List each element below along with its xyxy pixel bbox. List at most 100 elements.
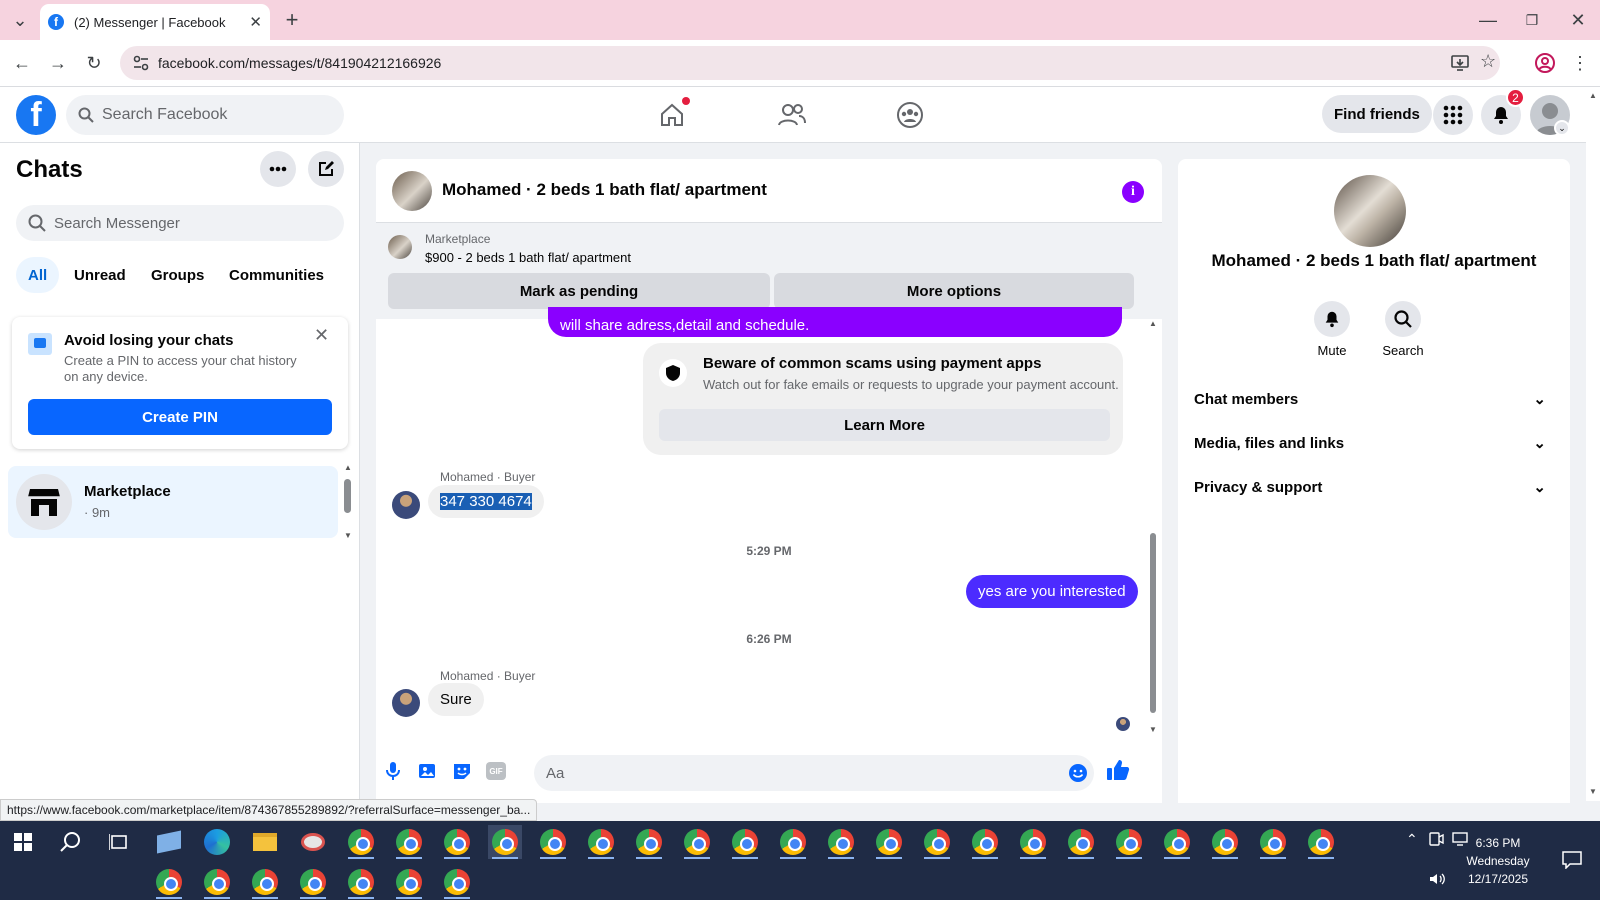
find-friends-button[interactable]: Find friends [1322,95,1432,133]
menu-grid-icon[interactable] [1433,95,1473,135]
chrome-icon[interactable] [440,865,474,899]
bell-icon[interactable] [1314,301,1350,337]
browser-menu-icon[interactable]: ⋮ [1564,47,1596,79]
listing-title[interactable]: $900 - 2 beds 1 bath flat/ apartment [425,250,631,265]
search-action[interactable]: Search [1378,301,1428,358]
chrome-icon[interactable] [1208,825,1242,859]
taskbar-search-icon[interactable] [54,825,88,859]
scroll-thumb[interactable] [1150,533,1156,713]
buyer-avatar[interactable] [392,491,420,519]
learn-more-button[interactable]: Learn More [659,409,1110,441]
search-icon[interactable] [1385,301,1421,337]
chrome-icon[interactable] [1112,825,1146,859]
account-chevron-icon[interactable]: ⌄ [1554,120,1570,136]
outgoing-message-bubble[interactable]: will share adress,detail and schedule. [548,307,1122,337]
chrome-icon[interactable] [536,825,570,859]
chrome-icon[interactable] [920,825,954,859]
scroll-thumb[interactable] [344,479,351,513]
scroll-down-arrow-icon[interactable]: ▼ [1149,725,1157,734]
listing-profile-photo[interactable] [1334,175,1406,247]
chrome-icon[interactable] [344,825,378,859]
chrome-icon[interactable] [776,825,810,859]
mark-as-pending-button[interactable]: Mark as pending [388,273,770,309]
chrome-icon[interactable] [296,865,330,899]
app-icon[interactable] [152,825,186,859]
restore-icon[interactable]: ❐ [1516,4,1548,36]
chat-list-scrollbar[interactable]: ▲ ▼ [342,463,354,543]
home-nav-icon[interactable] [642,95,702,135]
friends-nav-icon[interactable] [762,95,822,135]
site-info-icon[interactable] [132,54,150,72]
emoji-icon[interactable] [1068,763,1088,783]
conversation-title[interactable]: Mohamed · 2 beds 1 bath flat/ apartment [442,180,767,200]
chrome-icon[interactable] [1016,825,1050,859]
chrome-icon[interactable] [968,825,1002,859]
close-window-icon[interactable]: ✕ [1562,4,1594,36]
chrome-icon[interactable] [872,825,906,859]
dismiss-card-icon[interactable]: ✕ [314,325,329,346]
chat-list-item-marketplace[interactable]: Marketplace · 9m [8,466,338,538]
chrome-icon[interactable] [1256,825,1290,859]
message-scrollbar[interactable]: ▲ ▼ [1147,319,1159,739]
chrome-icon[interactable] [440,825,474,859]
app-icon[interactable] [296,825,330,859]
scroll-down-arrow-icon[interactable]: ▼ [344,531,352,540]
task-view-icon[interactable] [102,825,136,859]
chrome-icon-active[interactable] [488,825,522,859]
chrome-icon[interactable] [584,825,618,859]
media-files-links-section[interactable]: Media, files and links ⌄ [1194,421,1554,465]
edge-browser-icon[interactable] [200,825,234,859]
gif-icon[interactable]: GIF [486,762,506,780]
back-icon[interactable]: ← [6,47,38,79]
facebook-search-input[interactable]: Search Facebook [66,95,344,135]
create-pin-button[interactable]: Create PIN [28,399,332,435]
scroll-down-arrow-icon[interactable]: ▼ [1589,787,1597,796]
listing-avatar[interactable] [392,171,432,211]
chrome-icon[interactable] [824,825,858,859]
show-hidden-icons-icon[interactable]: ⌃ [1406,831,1418,848]
scroll-up-arrow-icon[interactable]: ▲ [1589,91,1597,100]
buyer-avatar[interactable] [392,689,420,717]
chrome-icon[interactable] [1064,825,1098,859]
new-message-icon[interactable] [308,151,344,187]
tab-search-icon[interactable]: ⌄ [4,4,36,36]
incoming-message-bubble[interactable]: Sure [428,683,484,716]
chrome-icon[interactable] [200,865,234,899]
scroll-up-arrow-icon[interactable]: ▲ [344,463,352,472]
groups-nav-icon[interactable] [880,95,940,135]
message-input[interactable]: Aa [534,755,1094,791]
close-tab-icon[interactable]: ✕ [249,13,262,31]
thumbs-up-icon[interactable] [1106,759,1130,781]
reload-icon[interactable]: ↻ [78,47,110,79]
messenger-search-input[interactable]: Search Messenger [16,205,344,241]
chat-members-section[interactable]: Chat members ⌄ [1194,377,1554,421]
file-explorer-icon[interactable] [248,825,282,859]
chrome-icon[interactable] [248,865,282,899]
filter-all-tab[interactable]: All [16,257,60,293]
privacy-support-section[interactable]: Privacy & support ⌄ [1194,465,1554,509]
chrome-icon[interactable] [632,825,666,859]
chrome-icon[interactable] [392,825,426,859]
chrome-icon[interactable] [1304,825,1338,859]
more-options-button[interactable]: More options [774,273,1134,309]
forward-icon[interactable]: → [42,47,74,79]
bookmark-star-icon[interactable]: ☆ [1480,51,1496,72]
address-bar[interactable]: facebook.com/messages/t/841904212166926 … [120,46,1500,80]
new-tab-icon[interactable]: + [276,4,308,36]
scroll-up-arrow-icon[interactable]: ▲ [1149,319,1157,328]
chrome-icon[interactable] [680,825,714,859]
filter-groups-tab[interactable]: Groups [139,257,216,293]
chrome-icon[interactable] [392,865,426,899]
action-center-icon[interactable] [1562,851,1582,869]
chat-options-icon[interactable] [260,151,296,187]
listing-thumbnail[interactable] [388,235,412,259]
filter-unread-tab[interactable]: Unread [62,257,138,293]
info-icon[interactable]: i [1122,181,1144,203]
chrome-icon[interactable] [344,865,378,899]
incoming-message-bubble[interactable]: 347 330 4674 [428,485,544,518]
facebook-logo-icon[interactable]: f [16,95,56,135]
chrome-icon[interactable] [1160,825,1194,859]
chrome-icon[interactable] [728,825,762,859]
chrome-icon[interactable] [152,865,186,899]
browser-tab[interactable]: f (2) Messenger | Facebook ✕ [40,4,270,40]
